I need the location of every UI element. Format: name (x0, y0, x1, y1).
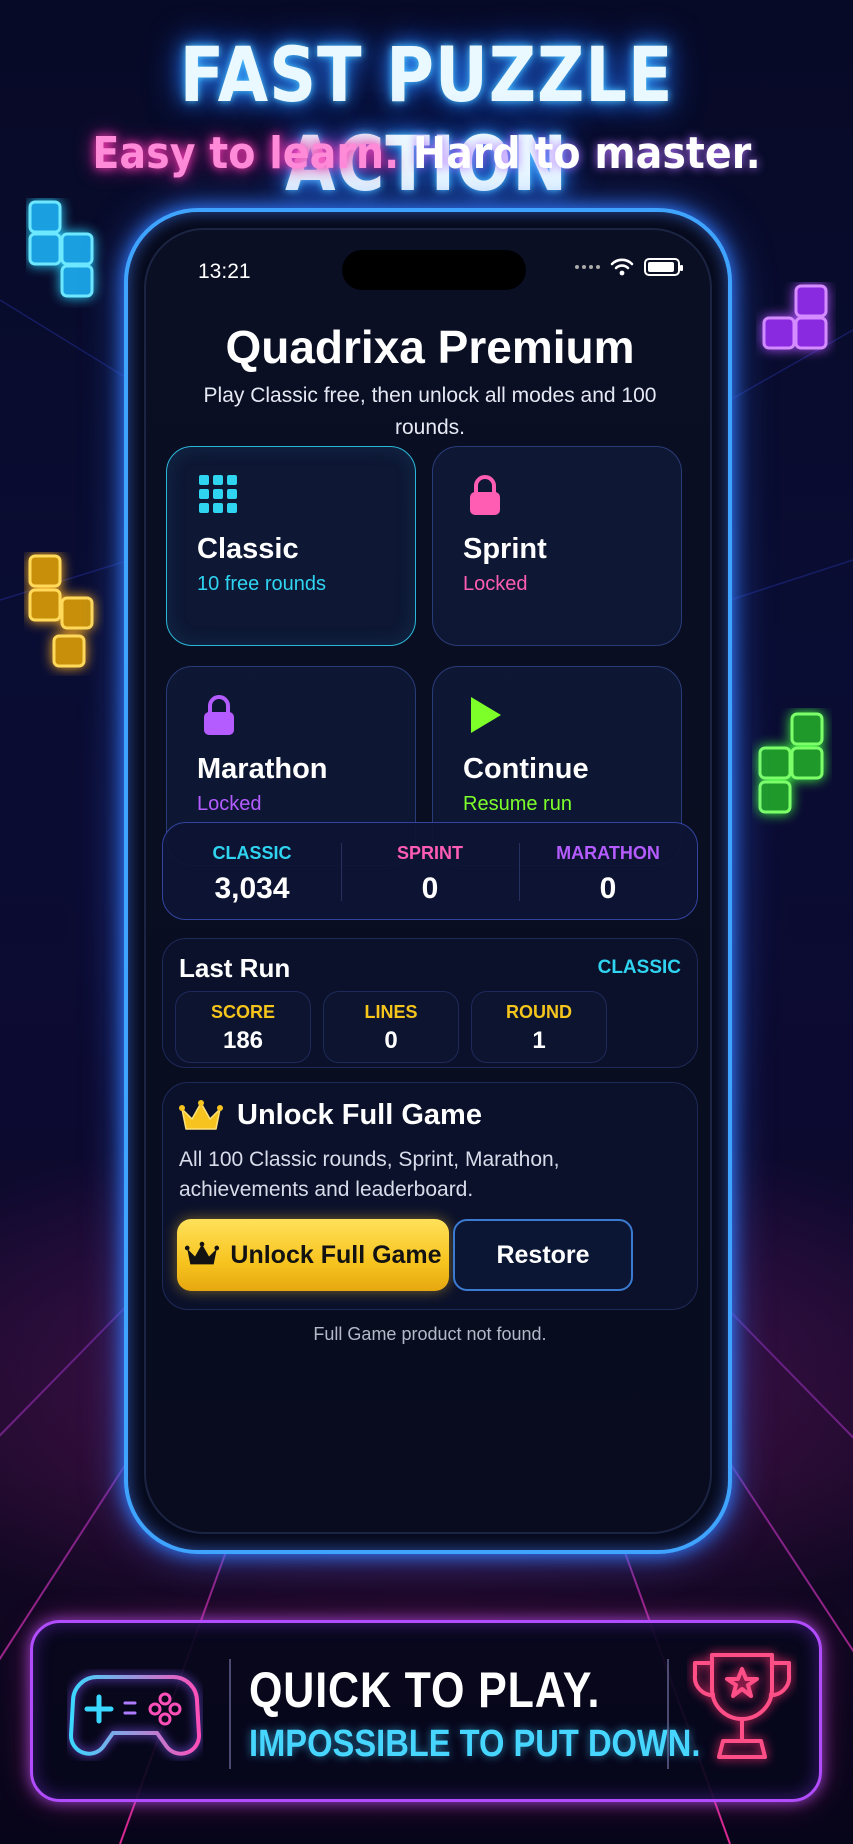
cellular-signal-icon (575, 265, 600, 269)
last-run-stat-value: 1 (532, 1027, 546, 1054)
cyan-block-piece (28, 200, 94, 298)
promo-subhead-part2: Hard to master. (399, 128, 761, 179)
last-run-stat-value: 186 (222, 1027, 264, 1054)
high-score-sprint: SPRINT 0 (341, 823, 519, 919)
last-run-mode: CLASSIC (597, 957, 681, 978)
last-run-lines: LINES 0 (323, 991, 459, 1063)
promo-subhead-part1: Easy to learn. (92, 128, 400, 179)
mode-card-sprint[interactable]: Sprint Locked (432, 446, 682, 646)
gamepad-icon (68, 1675, 202, 1756)
trophy-icon (692, 1653, 792, 1759)
high-score-marathon: MARATHON 0 (519, 823, 697, 919)
last-run-stat-label: LINES (364, 1002, 418, 1022)
last-run-stat-label: SCORE (210, 1002, 275, 1022)
phone-screen: 13:21 Quadrixa Premium Play Classic free… (144, 228, 712, 1534)
high-score-value: 0 (599, 872, 617, 905)
crown-icon (185, 1241, 220, 1265)
mode-status: 10 free rounds (197, 573, 326, 595)
high-score-label: MARATHON (556, 843, 660, 863)
crown-icon (179, 1100, 223, 1130)
paywall-title: Quadrixa Premium (225, 321, 635, 373)
wifi-icon (610, 258, 634, 276)
high-score-value: 3,034 (214, 872, 290, 905)
promo-headline: FAST PUZZLE ACTION (179, 30, 674, 208)
high-score-label: SPRINT (396, 843, 463, 863)
unlock-panel: Unlock Full Game All 100 Classic rounds,… (162, 1082, 698, 1310)
last-run-stat-value: 0 (384, 1027, 398, 1054)
paywall-description: Play Classic free, then unlock all modes… (203, 384, 657, 439)
status-time: 13:21 (198, 260, 251, 283)
grid-icon (199, 475, 237, 513)
high-scores-panel: CLASSIC 3,034 SPRINT 0 MARATHON 0 (162, 822, 698, 920)
green-block-piece (758, 712, 824, 814)
promo-banner: QUICK TO PLAY. IMPOSSIBLE TO PUT DOWN. (30, 1620, 822, 1802)
play-icon (471, 697, 501, 733)
mode-name: Classic (197, 533, 299, 565)
unlock-full-game-button[interactable]: Unlock Full Game (177, 1219, 449, 1291)
unlock-button-label: Unlock Full Game (230, 1240, 442, 1269)
last-run-stat-label: ROUND (506, 1002, 572, 1022)
mode-name: Continue (463, 753, 589, 785)
mode-card-classic[interactable]: Classic 10 free rounds (166, 446, 416, 646)
last-run-panel: Last Run CLASSIC SCORE 186 LINES 0 ROUND… (162, 938, 698, 1068)
high-score-value: 0 (421, 872, 439, 905)
yellow-block-piece (28, 554, 94, 668)
unlock-title: Unlock Full Game (237, 1099, 482, 1131)
last-run-round: ROUND 1 (471, 991, 607, 1063)
mode-name: Sprint (463, 533, 547, 565)
purple-block-piece (762, 284, 828, 350)
high-score-label: CLASSIC (212, 843, 292, 863)
banner-line1: QUICK TO PLAY. (249, 1662, 601, 1718)
mode-name: Marathon (197, 753, 328, 785)
banner-line2: IMPOSSIBLE TO PUT DOWN. (249, 1723, 701, 1765)
promo-subhead: Easy to learn. Hard to master. (43, 128, 811, 179)
high-score-classic: CLASSIC 3,034 (163, 823, 341, 919)
lock-icon (470, 475, 500, 515)
banner-divider (229, 1659, 231, 1769)
lock-icon (204, 695, 234, 735)
last-run-score: SCORE 186 (175, 991, 311, 1063)
restore-button[interactable]: Restore (453, 1219, 633, 1291)
banner-divider (667, 1659, 669, 1769)
phone-frame: 13:21 Quadrixa Premium Play Classic free… (124, 208, 732, 1554)
mode-status: Locked (197, 793, 262, 815)
purchase-error-text: Full Game product not found. (313, 1324, 547, 1344)
mode-status: Locked (463, 573, 528, 595)
dynamic-island (342, 250, 526, 290)
battery-icon (644, 258, 683, 276)
status-icons (575, 258, 683, 276)
mode-status: Resume run (463, 793, 572, 815)
promo-canvas: FAST PUZZLE ACTION Easy to learn. Hard t… (0, 0, 853, 1844)
last-run-title: Last Run (179, 953, 291, 983)
unlock-description: All 100 Classic rounds, Sprint, Marathon… (179, 1148, 560, 1201)
